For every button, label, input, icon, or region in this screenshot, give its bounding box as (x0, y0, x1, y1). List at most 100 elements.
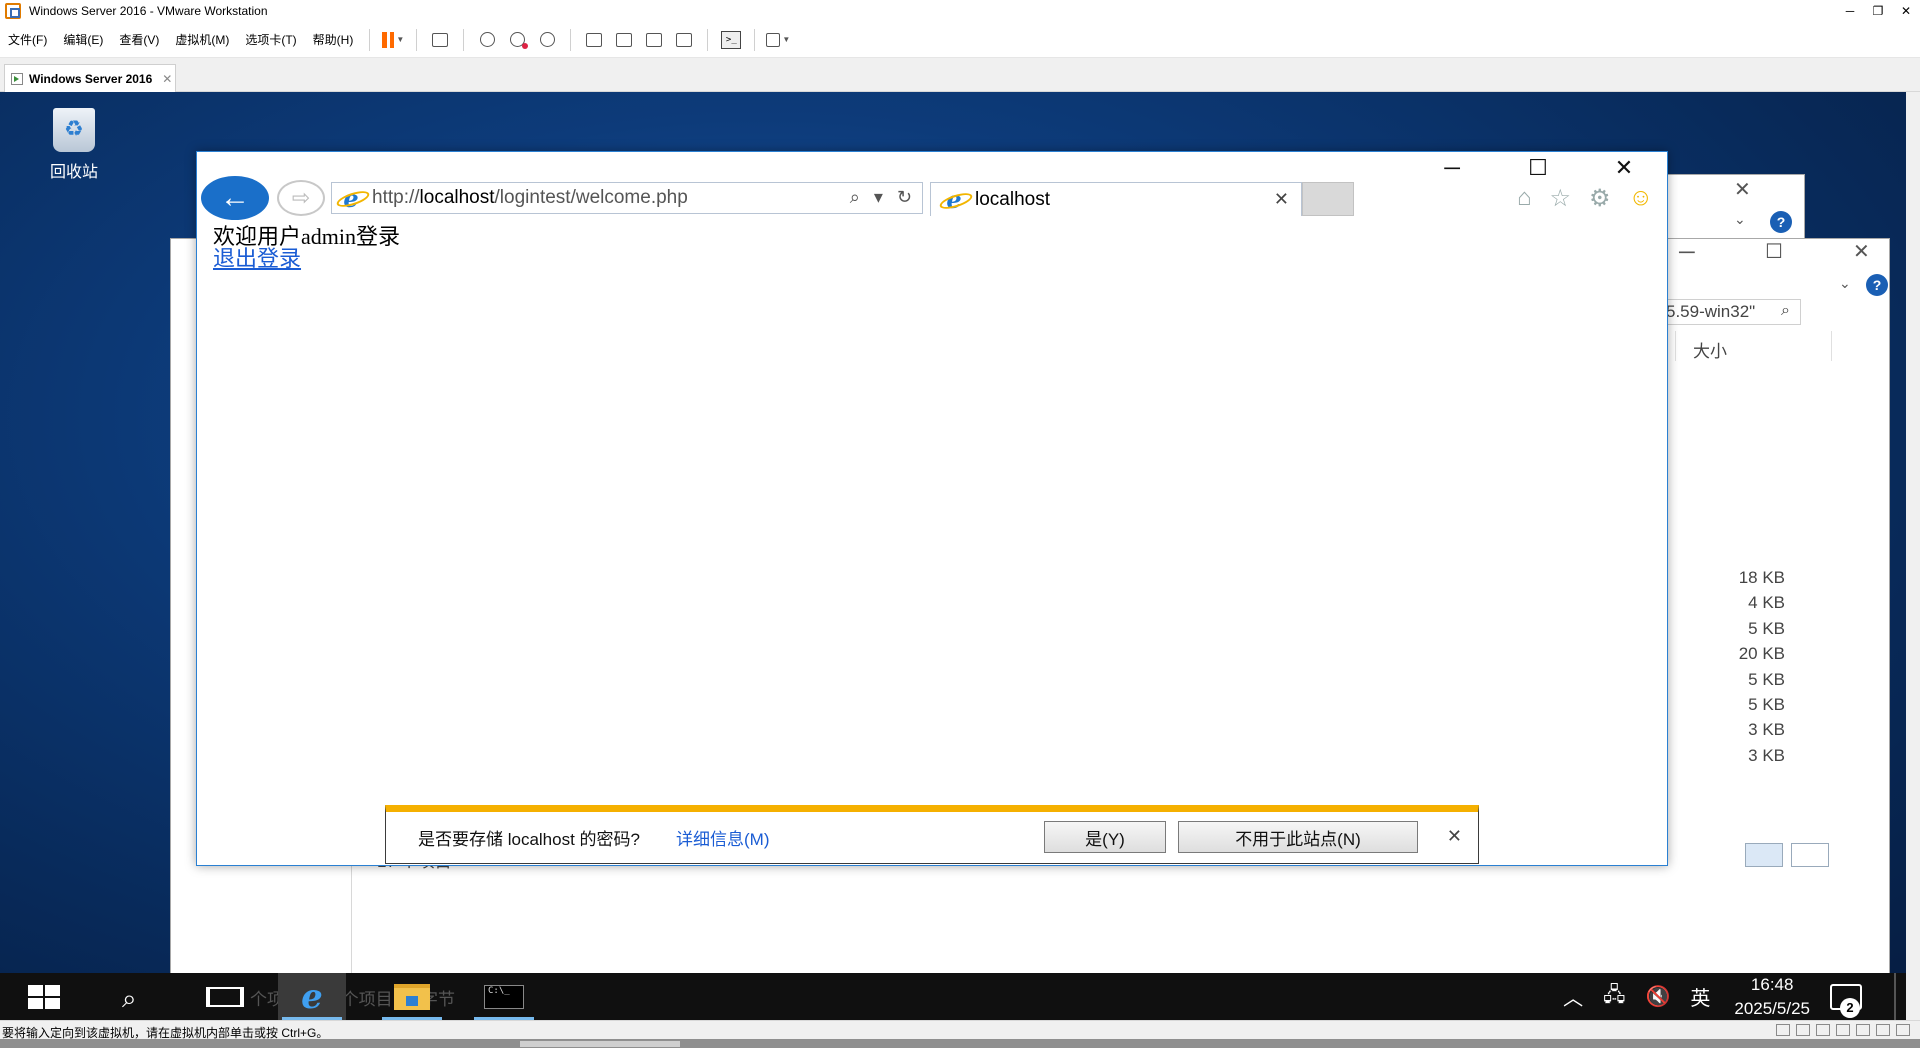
menu-view[interactable]: 查看(V) (111, 31, 167, 48)
search-icon[interactable]: ⌕ (1781, 302, 1790, 320)
vertical-scrollbar[interactable] (1906, 92, 1920, 1026)
vm-running-icon (11, 72, 23, 85)
close-icon[interactable]: ✕ (1853, 239, 1870, 264)
snapshot-manager-button[interactable] (535, 28, 559, 52)
send-ctrl-alt-del-button[interactable] (428, 28, 452, 52)
fullscreen-button[interactable] (642, 28, 666, 52)
network-adapter-icon[interactable] (1816, 1024, 1830, 1036)
printer-icon[interactable] (1836, 1024, 1850, 1036)
logout-link[interactable]: 退出登录 (213, 246, 301, 271)
unity-icon (676, 32, 693, 47)
new-tab-button[interactable] (1302, 182, 1354, 216)
refresh-icon[interactable]: ↻ (897, 187, 912, 208)
vmware-tabbar: Windows Server 2016 ✕ (0, 58, 1920, 92)
taskbar-file-explorer[interactable] (378, 973, 446, 1020)
help-icon[interactable]: ? (1866, 274, 1888, 296)
file-size: 3 KB (1748, 720, 1785, 740)
toolbar-divider (707, 28, 709, 51)
home-icon[interactable]: ⌂ (1517, 184, 1532, 213)
menu-edit[interactable]: 编辑(E) (55, 31, 111, 48)
network-icon[interactable]: 🖧 (1603, 980, 1625, 1014)
unity-button[interactable] (672, 28, 696, 52)
sidebar-icon (586, 32, 603, 47)
menu-file[interactable]: 文件(F) (0, 31, 55, 48)
snapshot-button[interactable] (475, 28, 499, 52)
scrollbar-thumb[interactable] (520, 1041, 680, 1047)
chevron-down-icon[interactable]: ⌄ (1734, 211, 1746, 228)
details-view-button[interactable] (1745, 843, 1783, 867)
taskbar-cmd[interactable]: C:\_ (470, 973, 538, 1020)
action-center-icon[interactable]: 2 (1830, 983, 1862, 1018)
back-button[interactable]: ← (201, 176, 269, 220)
clock[interactable]: 16:48 2025/5/25 (1734, 973, 1810, 1021)
volume-muted-icon[interactable]: 🔇 (1645, 984, 1670, 1009)
recycle-bin[interactable]: 回收站 (30, 100, 118, 182)
chevron-up-icon[interactable]: ︿ (1563, 982, 1583, 1011)
library-view-button[interactable] (582, 28, 606, 52)
close-icon[interactable]: ✕ (1447, 826, 1462, 847)
ie-minimize-button[interactable]: ─ (1409, 152, 1495, 184)
ie-window[interactable]: ─ ☐ ✕ ← ⇨ e http://localhost/logintest/w… (196, 151, 1668, 866)
pause-button[interactable]: ▼ (381, 28, 405, 52)
vmware-status-bar: 要将输入定向到该虚拟机，请在虚拟机内部单击或按 Ctrl+G。 (0, 1020, 1920, 1048)
search-icon[interactable]: ⌕ (122, 983, 137, 1015)
hard-disk-icon[interactable] (1776, 1024, 1790, 1036)
close-tab-icon[interactable]: ✕ (1274, 189, 1289, 210)
revert-icon (509, 32, 528, 49)
file-size: 5 KB (1748, 618, 1785, 638)
close-tab-icon[interactable]: ✕ (162, 72, 172, 86)
explorer-search-box[interactable]: 5.59-win32" ⌕ (1661, 299, 1801, 325)
start-button[interactable] (28, 985, 60, 1009)
file-size: 18 KB (1738, 568, 1785, 587)
address-host: localhost (419, 187, 495, 208)
explorer-search-value: 5.59-win32" (1666, 302, 1756, 321)
usb-icon[interactable] (1876, 1024, 1890, 1036)
search-icon[interactable]: ⌕ (850, 187, 860, 208)
feedback-smiley-icon[interactable]: ☺ (1628, 184, 1653, 213)
restore-button[interactable]: ❐ (1864, 0, 1892, 22)
settings-gear-icon[interactable]: ⚙ (1589, 184, 1611, 213)
show-desktop-button[interactable] (1894, 973, 1896, 1020)
vmware-title-bar: Windows Server 2016 - VMware Workstation… (0, 0, 1920, 22)
dropdown-icon[interactable]: ▾ (874, 187, 883, 208)
ie-maximize-button[interactable]: ☐ (1495, 152, 1581, 184)
close-icon[interactable]: ✕ (1734, 177, 1751, 202)
recycle-bin-label: 回收站 (49, 164, 98, 181)
large-icons-view-button[interactable] (1791, 843, 1829, 867)
menu-vm[interactable]: 虚拟机(M) (167, 31, 237, 48)
help-icon[interactable]: ? (1770, 211, 1792, 233)
page-content: 欢迎用户admin登录 退出登录 (213, 226, 400, 270)
maximize-icon[interactable]: ☐ (1765, 239, 1783, 264)
column-header-size[interactable]: 大小 (1693, 337, 1727, 362)
revert-snapshot-button[interactable] (505, 28, 529, 52)
toolbar-divider (369, 28, 371, 51)
forward-button[interactable]: ⇨ (277, 180, 325, 216)
cd-drive-icon[interactable] (1796, 1024, 1810, 1036)
tab-localhost[interactable]: e localhost ✕ (930, 182, 1302, 216)
horizontal-scrollbar[interactable] (0, 1039, 1920, 1048)
ime-indicator[interactable]: 英 (1690, 982, 1710, 1011)
console-button[interactable]: >_ (719, 28, 743, 52)
minimize-button[interactable]: ─ (1836, 0, 1864, 22)
minimize-icon[interactable]: ─ (1679, 239, 1695, 265)
close-button[interactable]: ✕ (1892, 0, 1920, 22)
folder-icon (394, 983, 430, 1010)
snapshot-icon (479, 32, 495, 47)
task-view-icon[interactable] (206, 987, 244, 1007)
sound-icon[interactable] (1856, 1024, 1870, 1036)
stretch-view-button[interactable]: ▼ (766, 28, 790, 52)
display-icon[interactable] (1896, 1024, 1910, 1036)
details-link[interactable]: 详细信息(M) (676, 825, 769, 850)
not-for-this-site-button[interactable]: 不用于此站点(N) (1178, 821, 1418, 853)
vmware-window-title: Windows Server 2016 - VMware Workstation (29, 4, 268, 18)
thumbnail-view-button[interactable] (612, 28, 636, 52)
favorites-star-icon[interactable]: ☆ (1549, 184, 1571, 213)
save-password-yes-button[interactable]: 是(Y) (1044, 821, 1166, 853)
taskbar-ie[interactable]: e (278, 973, 346, 1020)
ie-close-button[interactable]: ✕ (1581, 152, 1667, 184)
chevron-down-icon[interactable]: ⌄ (1839, 275, 1851, 292)
menu-tabs[interactable]: 选项卡(T) (237, 31, 304, 48)
address-bar[interactable]: e http://localhost/logintest/welcome.php… (331, 182, 923, 214)
menu-help[interactable]: 帮助(H) (305, 31, 362, 48)
tab-windows-server-2016[interactable]: Windows Server 2016 ✕ (4, 64, 176, 92)
